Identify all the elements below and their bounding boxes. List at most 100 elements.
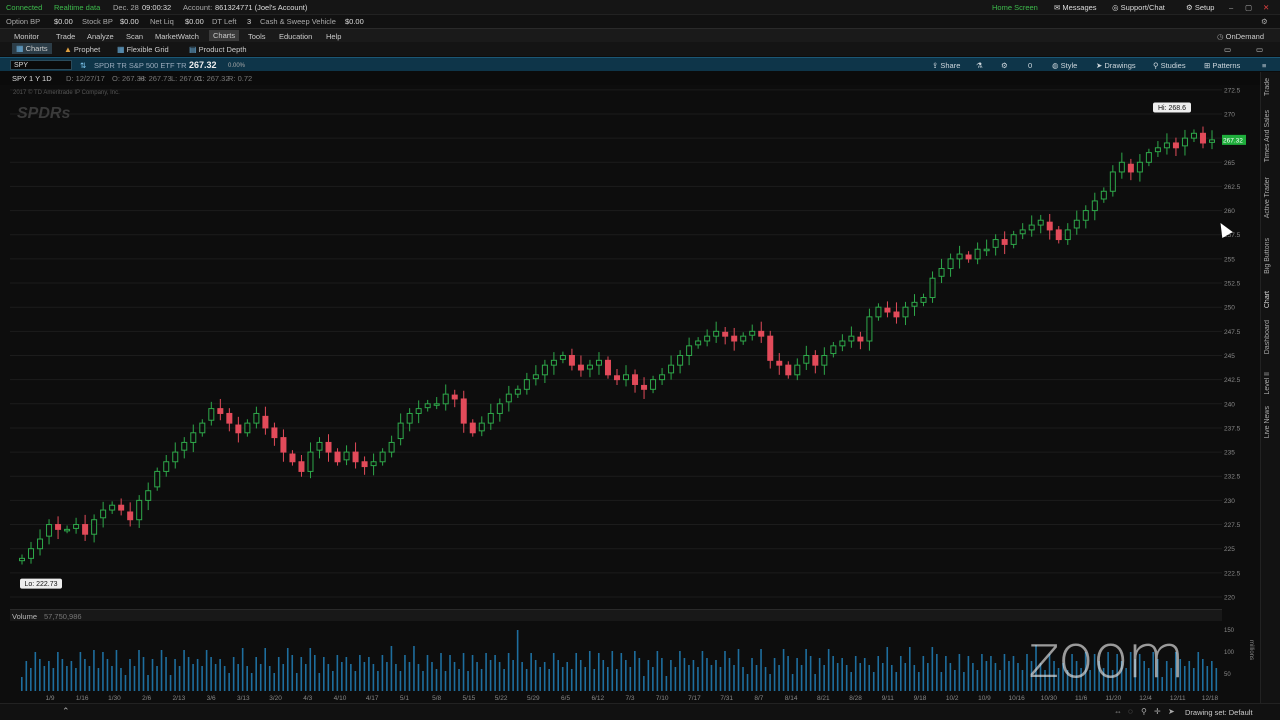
date-tick-label: 5/8 (432, 695, 441, 702)
menu-charts[interactable]: Charts (209, 30, 240, 41)
volume-bar (250, 673, 253, 691)
rail-dashboard[interactable]: Dashboard (1264, 320, 1271, 354)
volume-bar (737, 649, 740, 691)
rail-times-and-sales[interactable]: Times And Sales (1264, 110, 1271, 162)
date-tick-label: 1/30 (108, 695, 121, 702)
price-tick-label: 260 (1224, 208, 1235, 215)
candle (1064, 223, 1071, 245)
close-icon[interactable]: ✕ (1263, 3, 1269, 12)
drawings-button[interactable]: ➤ Drawings (1096, 61, 1136, 70)
rail-chart[interactable]: Chart (1264, 291, 1271, 308)
candle (442, 384, 449, 411)
patterns-button[interactable]: ⊞ Patterns (1204, 61, 1240, 70)
rail-live-news[interactable]: Live News (1264, 406, 1271, 438)
account-label: Account: (183, 3, 213, 12)
reset-icon[interactable]: ◌ (1128, 707, 1133, 716)
candle (938, 258, 945, 284)
share-button[interactable]: ⇪ Share (932, 61, 960, 70)
volume-bar (625, 660, 627, 691)
candle (253, 406, 260, 429)
volume-bar (178, 666, 181, 691)
date-tick-label: 3/20 (269, 695, 282, 702)
volume-bar (1188, 661, 1191, 691)
support-chat-button[interactable]: ◎ Support/Chat (1112, 3, 1165, 12)
volume-bar (719, 667, 722, 691)
drawing-set-label[interactable]: Drawing set: Default (1185, 708, 1253, 717)
menu-help[interactable]: Help (326, 32, 341, 41)
volume-bar (823, 665, 825, 691)
date-tick-label: 1/9 (45, 695, 54, 702)
crosshair-icon[interactable]: ✛ (1154, 707, 1161, 716)
volume-bar (746, 674, 749, 691)
ondemand-icon: ◷ (1217, 32, 1226, 41)
volume-bar (52, 668, 55, 691)
zoom-logo: zoom (1028, 622, 1185, 692)
candle (1136, 154, 1143, 182)
account-value[interactable]: 861324771 (Joel's Account) (215, 3, 307, 12)
zero-value[interactable]: 0 (1028, 61, 1032, 70)
volume-bar (782, 649, 785, 691)
volume-bar (1197, 652, 1200, 691)
expand-icon[interactable]: ⌃ (62, 706, 70, 717)
rail-big-buttons[interactable]: Big Buttons (1264, 238, 1271, 274)
menu-scan[interactable]: Scan (126, 32, 143, 41)
symbol-input[interactable]: SPY (10, 60, 72, 70)
style-button[interactable]: ◍ Style (1052, 61, 1077, 70)
settings-gear-icon[interactable]: ⚙ (1261, 17, 1268, 26)
volume-bar (318, 673, 321, 691)
ondemand-button[interactable]: ◷ OnDemand (1217, 32, 1264, 41)
rail-active-trader[interactable]: Active Trader (1264, 177, 1271, 218)
pan-icon[interactable]: ⇔ (1114, 707, 1122, 716)
candle (704, 329, 711, 347)
menu-education[interactable]: Education (279, 32, 312, 41)
date-tick-label: 4/17 (366, 695, 379, 702)
menu-marketwatch[interactable]: MarketWatch (155, 32, 199, 41)
flask-icon[interactable]: ⚗ (976, 61, 983, 70)
menu-tools[interactable]: Tools (248, 32, 266, 41)
subtab-product-depth[interactable]: ▤ Product Depth (189, 45, 247, 54)
candle (1190, 129, 1197, 142)
settings-icon[interactable]: ⚙ (1001, 61, 1008, 70)
volume-bar (548, 669, 550, 691)
layout-icon[interactable]: ▭ (1224, 45, 1231, 54)
account-summary-bar: Option BP $0.00 Stock BP $0.00 Net Liq $… (0, 15, 1280, 28)
volume-bar (120, 668, 122, 691)
volume-bar (345, 657, 348, 691)
date-tick-label: 6/5 (561, 695, 570, 702)
rail-trade[interactable]: Trade (1264, 78, 1271, 96)
volume-bar (169, 675, 172, 691)
volume-bar (629, 667, 632, 691)
volume-bar (201, 666, 203, 691)
realtime-status: Realtime data (54, 3, 101, 12)
date-tick-label: 8/28 (849, 695, 862, 702)
menu-trade[interactable]: Trade (56, 32, 75, 41)
menu-icon[interactable]: ≡ (1262, 61, 1266, 70)
link-icon[interactable]: ⇅ (80, 61, 86, 70)
rail-level-ii[interactable]: Level II (1264, 372, 1271, 395)
setup-button[interactable]: ⚙ Setup (1186, 3, 1214, 12)
menu-analyze[interactable]: Analyze (87, 32, 114, 41)
volume-bar (886, 647, 889, 691)
date-tick-label: 9/11 (882, 695, 895, 702)
volume-bar (102, 652, 104, 691)
messages-button[interactable]: ✉ Messages (1054, 3, 1097, 12)
date-tick-label: 10/16 (1009, 695, 1026, 702)
low-label: Lo: 222.73 (24, 581, 57, 588)
subtab-charts[interactable]: ▦ Charts (12, 43, 52, 54)
studies-button[interactable]: ⚲ Studies (1153, 61, 1186, 70)
subtab-flexible-grid[interactable]: ▦ Flexible Grid (117, 45, 169, 54)
volume-bar (1211, 661, 1213, 691)
subtab-prophet[interactable]: ▲ Prophet (64, 45, 100, 54)
dt-left-label: DT Left (212, 17, 237, 26)
menu-monitor[interactable]: Monitor (14, 32, 39, 41)
cursor-tool-icon[interactable]: ➤ (1168, 707, 1175, 716)
zoom-icon[interactable]: ⚲ (1141, 707, 1147, 716)
detach-icon[interactable]: ▭ (1256, 45, 1263, 54)
maximize-icon[interactable]: ▢ (1245, 3, 1252, 12)
home-screen-link[interactable]: Home Screen (992, 3, 1038, 12)
price-chart[interactable]: 2017 © TD Ameritrade IP Company, Inc. SP… (10, 85, 1222, 605)
candle (614, 369, 620, 385)
volume-bar (476, 662, 478, 691)
chart-period-label[interactable]: SPY 1 Y 1D (12, 74, 52, 83)
minimize-icon[interactable]: – (1229, 3, 1233, 12)
